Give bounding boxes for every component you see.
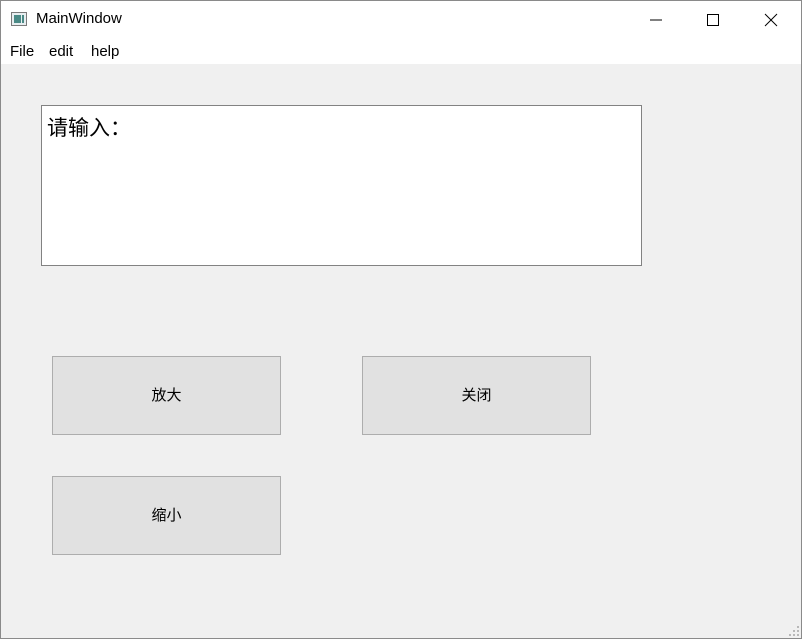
minimize-button[interactable]	[627, 1, 685, 38]
minimize-icon	[650, 19, 662, 21]
app-window-icon	[11, 12, 27, 26]
menu-file[interactable]: File	[10, 43, 34, 60]
title-bar[interactable]: MainWindow	[1, 1, 801, 38]
close-icon	[764, 13, 778, 27]
menu-edit[interactable]: edit	[49, 43, 73, 60]
zoom-out-button[interactable]: 缩小	[52, 476, 281, 555]
input-text-content: 请输入：	[47, 117, 131, 140]
close-button[interactable]	[742, 1, 800, 38]
maximize-button[interactable]	[684, 1, 742, 38]
close-action-button[interactable]: 关闭	[362, 356, 591, 435]
window-title: MainWindow	[36, 10, 122, 27]
menu-help[interactable]: help	[91, 43, 119, 60]
main-window: MainWindow File edit help 请输入： 放大 关闭 缩小	[0, 0, 802, 639]
resize-grip[interactable]	[789, 626, 799, 636]
zoom-in-button[interactable]: 放大	[52, 356, 281, 435]
menu-bar: File edit help	[1, 38, 801, 64]
input-text-area[interactable]: 请输入：	[41, 105, 642, 266]
maximize-icon	[707, 14, 719, 26]
